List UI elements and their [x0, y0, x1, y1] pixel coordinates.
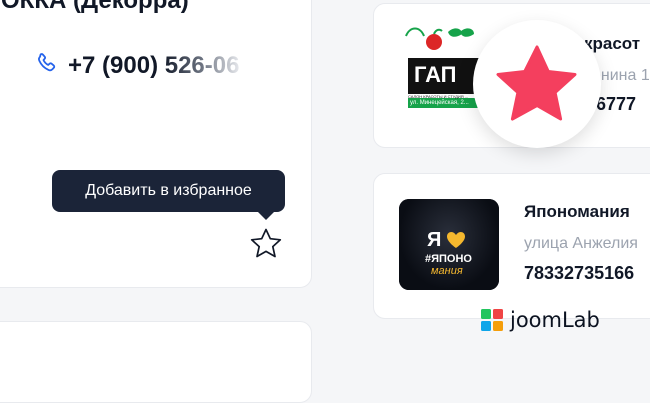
tooltip-text: Добавить в избранное [85, 182, 252, 199]
joomlab-logo: joomLab [480, 308, 600, 332]
phone-icon [34, 51, 58, 80]
star-filled-icon [496, 45, 577, 121]
favorites-fab[interactable] [473, 20, 601, 148]
listing-address: улица Анжелия [524, 235, 638, 252]
listing-name[interactable]: Япономания [524, 202, 630, 222]
heart-icon [446, 231, 466, 254]
listing-phone[interactable]: 78332735166 [524, 263, 634, 284]
logo-letter: Я [427, 229, 442, 251]
phone-row[interactable]: +7 (900) 526-06 [34, 51, 239, 80]
add-favorite-button[interactable] [248, 227, 284, 266]
favorite-tooltip: Добавить в избранное [52, 170, 285, 220]
logo-line3: мания [431, 265, 463, 277]
salon-logo-address: ул. Минецейская, 2... [410, 100, 469, 106]
listing-phone[interactable]: 6777 [596, 94, 636, 115]
listing-card-next[interactable] [0, 321, 312, 403]
joomlab-logo-text: joomLab [510, 308, 600, 332]
salon-logo-text: ГАП [414, 62, 457, 87]
yaponomania-logo: Я #ЯПОНО мания [399, 199, 499, 290]
logo-line2: #ЯПОНО [425, 253, 472, 265]
salon-logo-sub: САЛОН КРАСОТЫ И СТУДИЯ ... [408, 94, 469, 99]
listing-title: ОККА (Декорра) [1, 0, 189, 14]
joomlab-logo-icon [481, 309, 503, 331]
phone-number[interactable]: +7 (900) 526-06 [68, 52, 239, 80]
star-outline-icon [250, 228, 282, 258]
